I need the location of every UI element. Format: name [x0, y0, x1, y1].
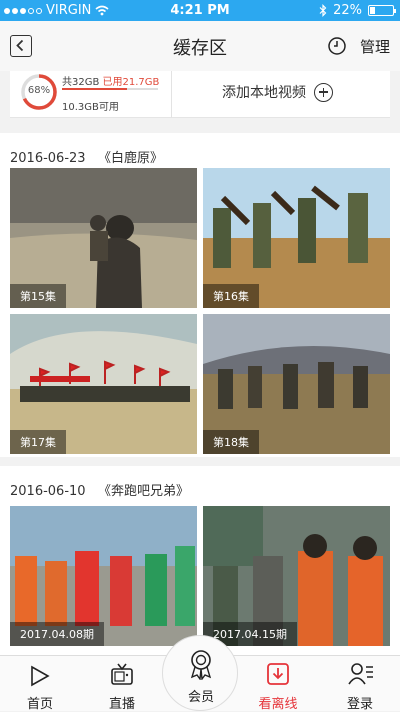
tab-member-label: 会员: [187, 690, 214, 705]
episode-label: 第17集: [10, 430, 66, 454]
tab-member[interactable]: 会员: [162, 635, 238, 711]
play-icon: [31, 665, 50, 687]
group-show-title: 《奔跑吧兄弟》: [97, 484, 189, 499]
storage-summary: 共32GB 已用21.7GB: [62, 73, 159, 88]
tab-live[interactable]: 直播: [92, 656, 152, 712]
tab-live-label: 直播: [108, 697, 135, 712]
storage-bar: [62, 88, 158, 90]
battery-icon: [368, 5, 396, 16]
video-thumbnail[interactable]: 第18集: [203, 314, 390, 454]
episode-label: 第18集: [203, 430, 259, 454]
episode-label: 2017.04.08期: [10, 622, 104, 646]
tab-home[interactable]: 首页: [10, 656, 70, 712]
video-thumbnail[interactable]: 第15集: [10, 168, 197, 308]
group-header: 2016-06-10 《奔跑吧兄弟》: [10, 480, 189, 499]
status-bar: VIRGIN 4:21 PM 22%: [0, 0, 400, 21]
storage-panel: 68% 共32GB 已用21.7GB 10.3GB可用 添加本地视频: [10, 71, 390, 118]
storage-used: 已用21.7GB: [102, 77, 160, 88]
tab-home-label: 首页: [26, 697, 53, 712]
battery-percent: 22%: [333, 3, 362, 18]
download-group: 2016-06-23 《白鹿原》 第15集 第16集 第17集 第18集: [0, 133, 400, 457]
nav-bar: 缓存区 管理: [0, 21, 400, 71]
episode-label: 第16集: [203, 284, 259, 308]
group-date: 2016-06-23: [10, 151, 86, 166]
episode-label: 第15集: [10, 284, 66, 308]
download-icon: [267, 663, 289, 685]
video-thumbnail[interactable]: 2017.04.08期: [10, 506, 197, 646]
storage-bar-fill: [62, 88, 128, 90]
add-local-video-button[interactable]: 添加本地视频: [222, 82, 333, 102]
award-icon: [190, 650, 212, 680]
user-icon: [348, 663, 373, 685]
add-local-video-label: 添加本地视频: [222, 85, 306, 101]
storage-available: 10.3GB可用: [62, 102, 119, 113]
storage-percent: 68%: [27, 85, 51, 96]
tv-icon: [111, 663, 133, 685]
bluetooth-icon: [319, 4, 327, 17]
storage-total: 共32GB: [62, 77, 100, 88]
plus-circle-icon: [314, 82, 333, 102]
group-header: 2016-06-23 《白鹿原》: [10, 147, 163, 166]
video-thumbnail[interactable]: 第17集: [10, 314, 197, 454]
group-date: 2016-06-10: [10, 484, 86, 499]
video-thumbnail[interactable]: 第16集: [203, 168, 390, 308]
manage-button[interactable]: 管理: [360, 36, 390, 57]
video-thumbnail[interactable]: 2017.04.15期: [203, 506, 390, 646]
divider: [171, 71, 172, 118]
tab-offline[interactable]: 看离线: [248, 656, 308, 712]
storage-ring: 68%: [20, 73, 58, 115]
tab-login[interactable]: 登录: [330, 656, 390, 712]
group-show-title: 《白鹿原》: [97, 151, 163, 166]
history-clock-icon[interactable]: [327, 36, 347, 56]
tab-offline-label: 看离线: [258, 697, 298, 712]
tab-login-label: 登录: [346, 697, 373, 712]
download-group: 2016-06-10 《奔跑吧兄弟》 2017.04.08期 2017.04.1…: [0, 466, 400, 656]
